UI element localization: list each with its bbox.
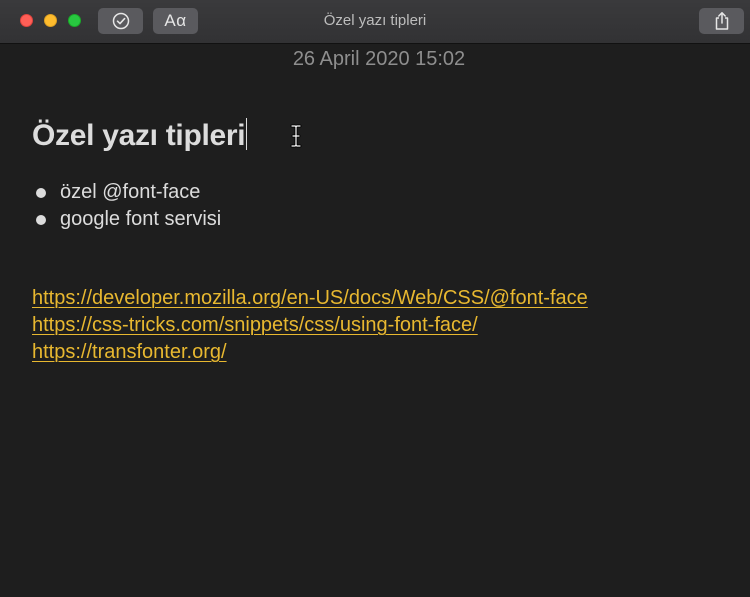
close-window-button[interactable] <box>20 14 33 27</box>
bullet-icon <box>36 188 46 198</box>
note-title-text: Özel yazı tipleri <box>32 119 246 152</box>
share-icon <box>715 12 728 30</box>
minimize-window-button[interactable] <box>44 14 57 27</box>
ibeam-cursor-icon <box>290 124 302 148</box>
note-editor[interactable]: 26 April 2020 15:02 Özel yazı tipleri öz… <box>0 44 750 597</box>
bullet-list: özel @font-face google font servisi <box>32 179 221 233</box>
link-mdn-font-face[interactable]: https://developer.mozilla.org/en-US/docs… <box>32 285 588 312</box>
text-caret <box>246 118 248 150</box>
link-list: https://developer.mozilla.org/en-US/docs… <box>32 285 588 366</box>
list-item[interactable]: google font servisi <box>32 206 221 233</box>
format-button[interactable]: Aα <box>153 8 198 34</box>
zoom-window-button[interactable] <box>68 14 81 27</box>
checklist-icon <box>112 12 129 30</box>
format-label: Aα <box>164 11 187 30</box>
list-item-text: özel @font-face <box>60 181 201 203</box>
note-date: 26 April 2020 15:02 <box>292 48 466 70</box>
title-bar[interactable]: Aα Özel yazı tipleri <box>0 0 750 44</box>
list-item-text: google font servisi <box>60 208 222 230</box>
checklist-button[interactable] <box>98 8 143 34</box>
share-button[interactable] <box>699 8 744 34</box>
list-item[interactable]: özel @font-face <box>32 179 221 206</box>
notes-window: Aα Özel yazı tipleri 26 April 2020 15:02… <box>0 0 750 597</box>
link-css-tricks-font-face[interactable]: https://css-tricks.com/snippets/css/usin… <box>32 312 588 339</box>
bullet-icon <box>36 215 46 225</box>
note-title[interactable]: Özel yazı tipleri <box>32 118 248 153</box>
link-transfonter[interactable]: https://transfonter.org/ <box>32 339 588 366</box>
